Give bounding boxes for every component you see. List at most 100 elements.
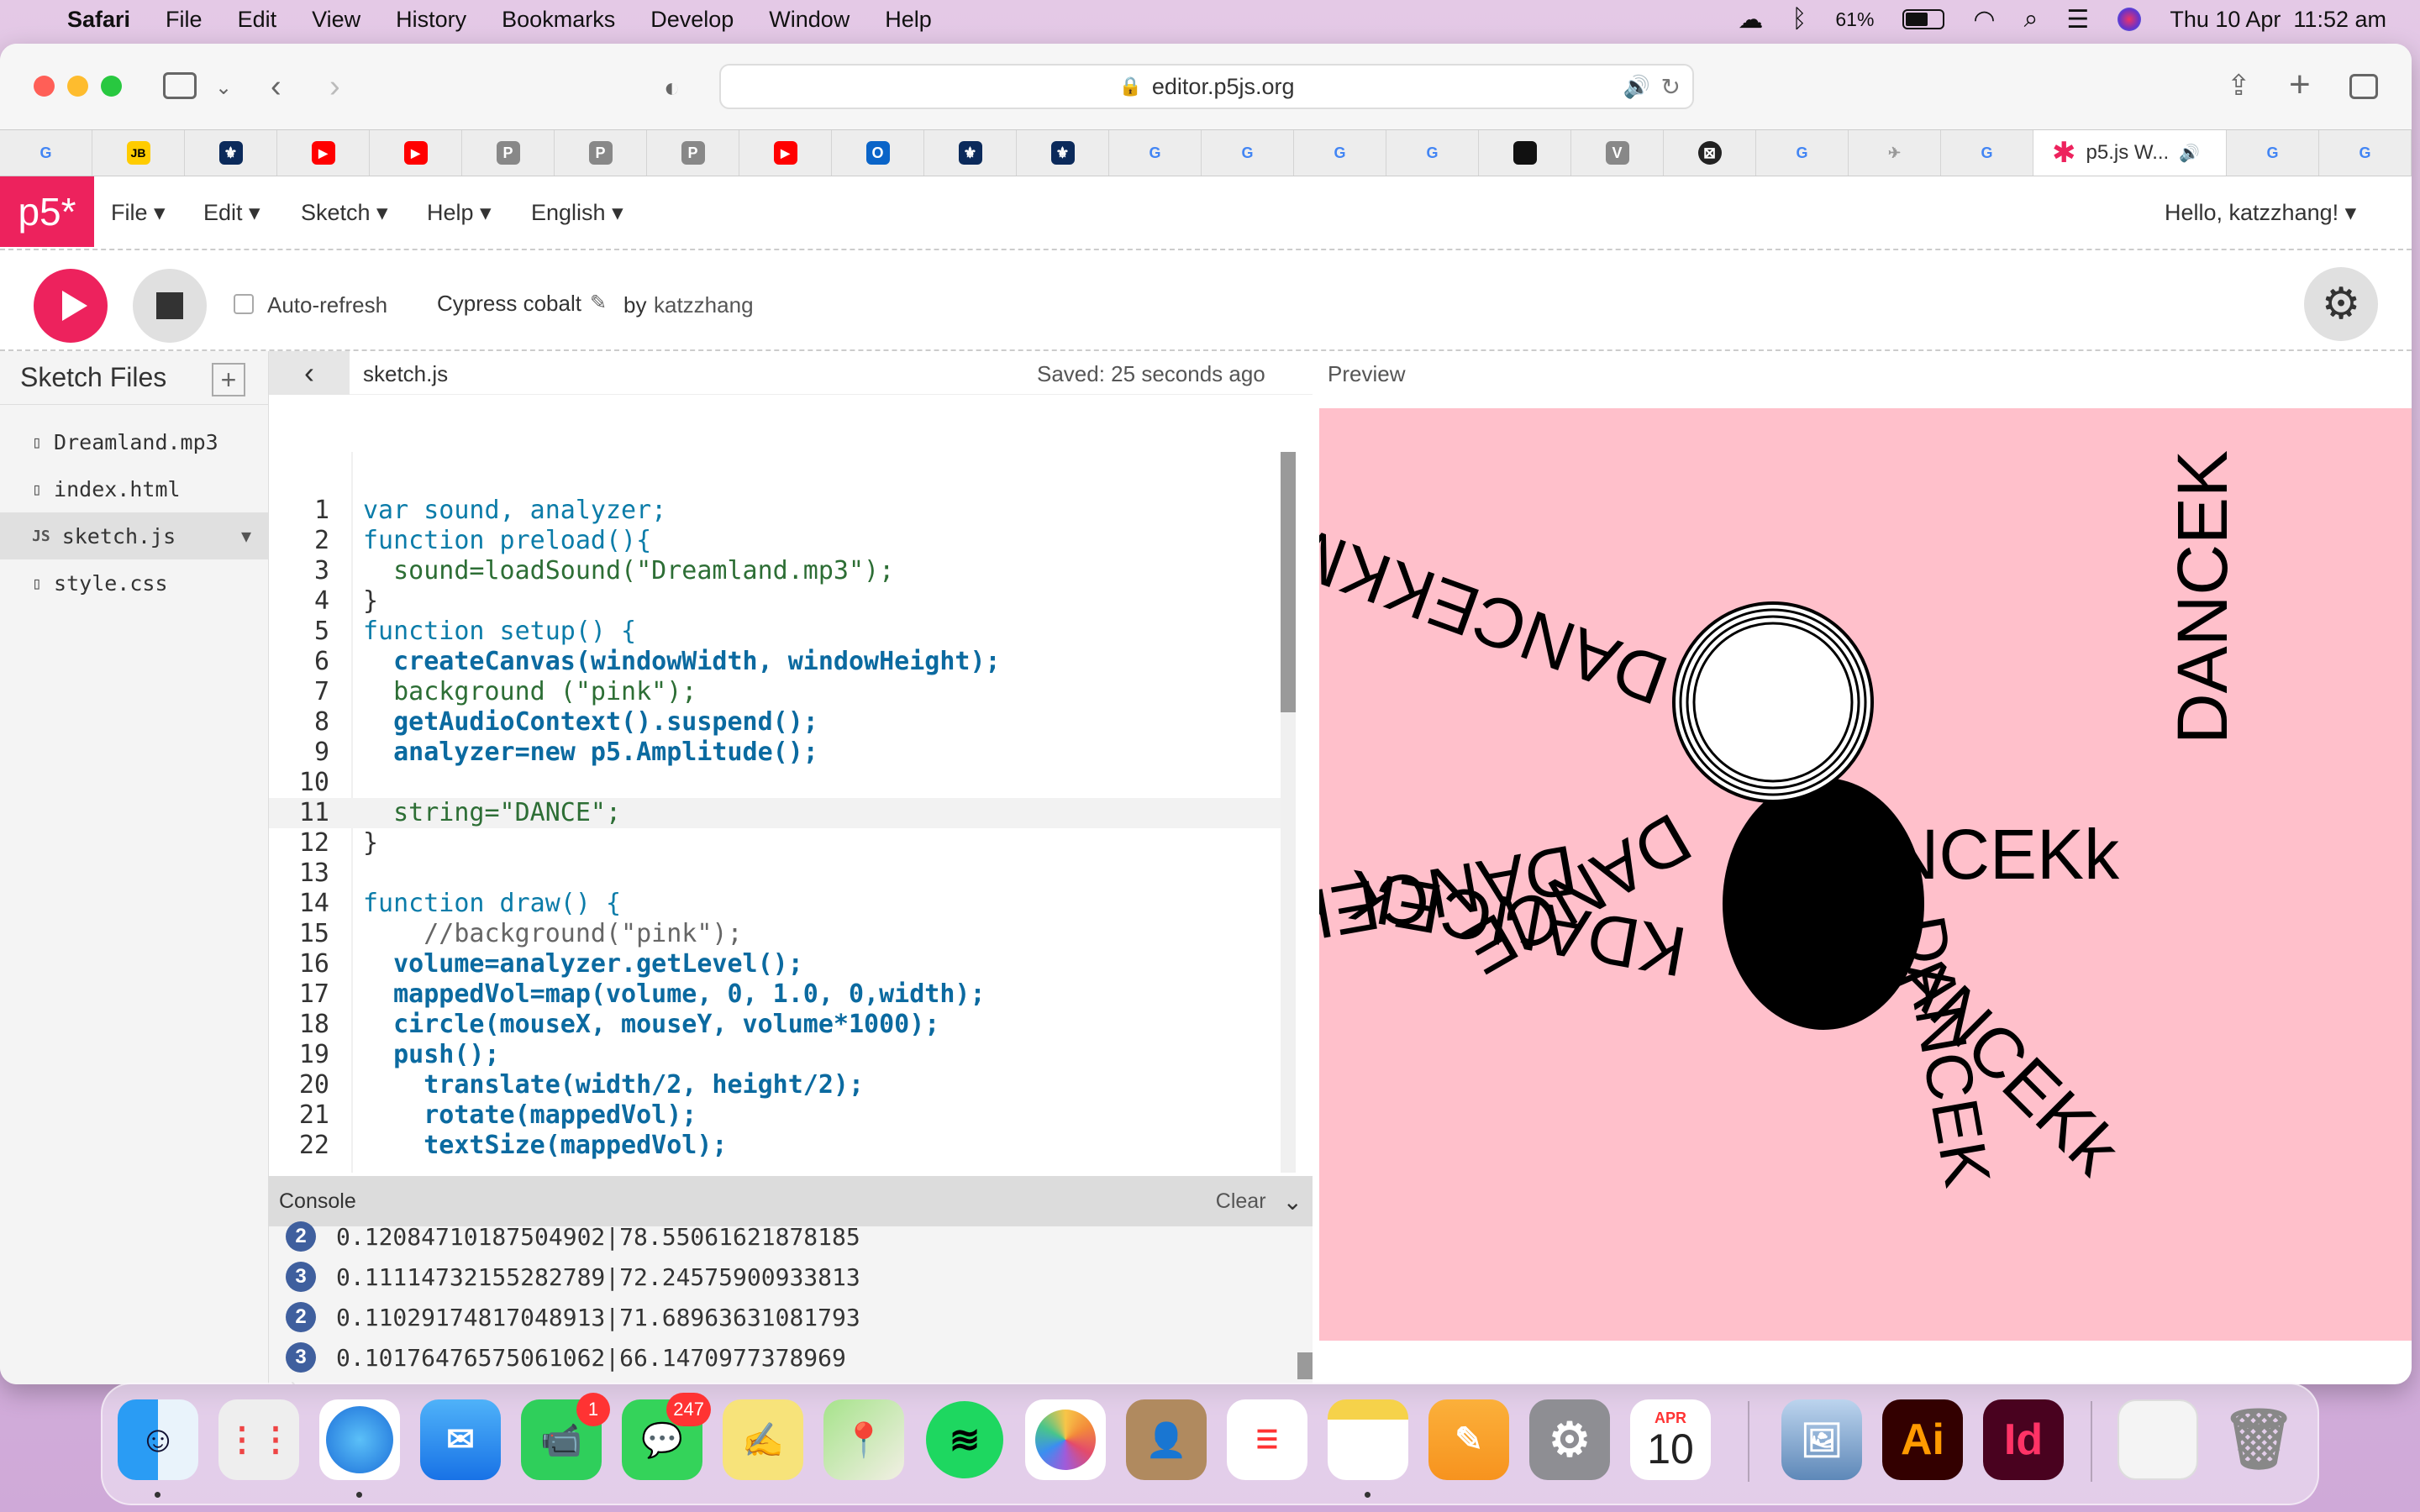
privacy-shield-icon[interactable]: ◐ [664, 72, 680, 103]
file-item-dreamland[interactable]: ▯ Dreamland.mp3 [0, 418, 268, 465]
clock[interactable]: Thu 10 Apr 11:52 am [2170, 7, 2386, 33]
tab-audio-icon[interactable]: 🔊 [2179, 143, 2200, 164]
play-button[interactable] [34, 269, 108, 343]
code-line[interactable]: 11 string="DANCE"; [269, 798, 1296, 828]
reload-icon[interactable]: ↻ [1661, 73, 1681, 101]
settings-button[interactable]: ⚙ [2304, 267, 2378, 341]
tab-google-4[interactable]: G [1294, 130, 1386, 176]
illustrator-icon[interactable]: Ai [1882, 1399, 1963, 1480]
contacts-icon[interactable]: 👤 [1126, 1399, 1207, 1480]
code-line[interactable]: 7 background ("pink"); [269, 677, 1296, 707]
sketch-preview[interactable]: DANCEK DANCEKk DANCEKKMe DANCE DANCEKk D… [1319, 408, 2412, 1341]
audio-playing-icon[interactable]: 🔊 [1623, 74, 1650, 100]
sketch-name[interactable]: Cypress cobalt [437, 291, 581, 317]
tab-university-2[interactable]: ⚜ [924, 130, 1017, 176]
p5-logo[interactable]: p5* [0, 176, 94, 247]
code-line[interactable]: 17 mappedVol=map(volume, 0, 1.0, 0,width… [269, 979, 1296, 1010]
file-options-icon[interactable]: ▼ [241, 526, 251, 546]
tab-google-5[interactable]: G [1386, 130, 1479, 176]
console-collapse-icon[interactable]: ⌄ [1283, 1188, 1302, 1215]
editor-scrollbar[interactable] [1281, 452, 1296, 1173]
spotify-icon[interactable]: ≋ [924, 1399, 1005, 1480]
system-settings-icon[interactable]: ⚙ [1529, 1399, 1610, 1480]
tab-google-6[interactable]: G [1756, 130, 1849, 176]
code-line[interactable]: 6 createCanvas(windowWidth, windowHeight… [269, 647, 1296, 677]
tab-overview-icon[interactable] [2349, 74, 2378, 99]
tab-google-9[interactable]: G [2319, 130, 2412, 176]
code-line[interactable]: 4} [269, 586, 1296, 617]
search-icon[interactable]: ⌕ [2024, 5, 2039, 34]
code-line[interactable]: 1 var sound, analyzer; [269, 496, 1296, 526]
close-window-button[interactable] [34, 76, 55, 97]
tab-bird[interactable]: ✈ [1849, 130, 1941, 176]
code-line[interactable]: 10 [269, 768, 1296, 798]
address-bar[interactable]: 🔒 editor.p5js.org 🔊 ↻ [719, 64, 1694, 109]
tab-p5js-active[interactable]: ✱ p5.js W... 🔊 [2033, 130, 2227, 176]
code-line[interactable]: 5 function setup() { [269, 617, 1296, 647]
p5-menu-file[interactable]: File ▾ [111, 200, 166, 226]
menu-view[interactable]: View [312, 7, 360, 33]
menu-app-name[interactable]: Safari [67, 7, 130, 33]
code-line[interactable]: 16 volume=analyzer.getLevel(); [269, 949, 1296, 979]
preview-canvas[interactable]: DANCEK DANCEKk DANCEKKMe DANCE DANCEKk D… [1319, 408, 2412, 1341]
code-line[interactable]: 13 [269, 858, 1296, 889]
file-item-index-html[interactable]: ▯ index.html [0, 465, 268, 512]
code-line[interactable]: 21 rotate(mappedVol); [269, 1100, 1296, 1131]
code-line[interactable]: 22 textSize(mappedVol); [269, 1131, 1296, 1161]
author-link[interactable]: katzzhang [654, 292, 754, 318]
photos-icon[interactable] [1025, 1399, 1106, 1480]
finder-icon[interactable]: ☺ [118, 1399, 198, 1480]
tab-outlook[interactable]: O [832, 130, 924, 176]
tab-google-7[interactable]: G [1941, 130, 2033, 176]
tab-university-3[interactable]: ⚜ [1017, 130, 1109, 176]
calendar-icon[interactable]: APR 10 [1630, 1399, 1711, 1480]
wifi-icon[interactable]: ◠ [1973, 5, 1995, 34]
trash-icon[interactable]: 🗑 [2218, 1399, 2299, 1480]
code-line[interactable]: 15 //background("pink"); [269, 919, 1296, 949]
control-center-icon[interactable]: ☰ [2066, 5, 2089, 34]
code-line[interactable]: 2 function preload(){ [269, 526, 1296, 556]
add-file-button[interactable]: + [212, 363, 245, 396]
edit-pencil-icon[interactable]: ✎ [590, 291, 607, 315]
collapse-sidebar-button[interactable]: ‹ [269, 351, 350, 395]
notes-yellow-icon[interactable]: ✍ [723, 1399, 803, 1480]
p5-menu-edit[interactable]: Edit ▾ [203, 200, 260, 226]
code-line[interactable]: 8 getAudioContext().suspend(); [269, 707, 1296, 738]
creative-cloud-icon[interactable]: ☁ [1738, 5, 1763, 34]
zoom-window-button[interactable] [101, 76, 122, 97]
menu-window[interactable]: Window [769, 7, 850, 33]
tab-black-app[interactable] [1479, 130, 1571, 176]
tab-jb[interactable]: JB [92, 130, 185, 176]
code-line[interactable]: 20 translate(width/2, height/2); [269, 1070, 1296, 1100]
preview-app-icon[interactable]: 🖼 [1781, 1399, 1862, 1480]
back-icon[interactable]: ‹ [271, 69, 281, 105]
facetime-icon[interactable]: 📹 1 [521, 1393, 610, 1480]
share-icon[interactable]: ⇪ [2227, 69, 2251, 102]
notes-icon[interactable] [1328, 1399, 1408, 1480]
menu-file[interactable]: File [166, 7, 203, 33]
auto-refresh-checkbox[interactable] [234, 294, 254, 314]
code-line[interactable]: 14 function draw() { [269, 889, 1296, 919]
file-item-style-css[interactable]: ▯ style.css [0, 559, 268, 606]
siri-icon[interactable] [2118, 8, 2142, 31]
code-line[interactable]: 19 push(); [269, 1040, 1296, 1070]
mail-icon[interactable]: ✉ [420, 1399, 501, 1480]
sidebar-icon[interactable] [163, 72, 197, 99]
editor-scrollbar-thumb[interactable] [1281, 452, 1296, 712]
downloads-stack-icon[interactable] [2118, 1399, 2198, 1480]
console-clear-button[interactable]: Clear [1216, 1189, 1266, 1214]
code-line[interactable]: 3 sound=loadSound("Dreamland.mp3"); [269, 556, 1296, 586]
console-scrollbar-thumb[interactable] [1297, 1352, 1313, 1379]
tab-youtube-3[interactable]: ▶ [739, 130, 832, 176]
chevron-down-icon[interactable]: ⌄ [215, 76, 232, 100]
tab-youtube-2[interactable]: ▶ [370, 130, 462, 176]
p5-menu-sketch[interactable]: Sketch ▾ [301, 200, 388, 226]
reminders-icon[interactable]: ☰ [1227, 1399, 1307, 1480]
safari-icon[interactable] [319, 1399, 400, 1480]
tab-google-2[interactable]: G [1109, 130, 1202, 176]
p5-menu-language[interactable]: English ▾ [531, 200, 623, 226]
tab-youtube-1[interactable]: ▶ [277, 130, 370, 176]
tab-p-3[interactable]: P [647, 130, 739, 176]
code-line[interactable]: 12} [269, 828, 1296, 858]
code-editor[interactable]: 1 var sound, analyzer; 2 function preload()… [269, 452, 1296, 1173]
